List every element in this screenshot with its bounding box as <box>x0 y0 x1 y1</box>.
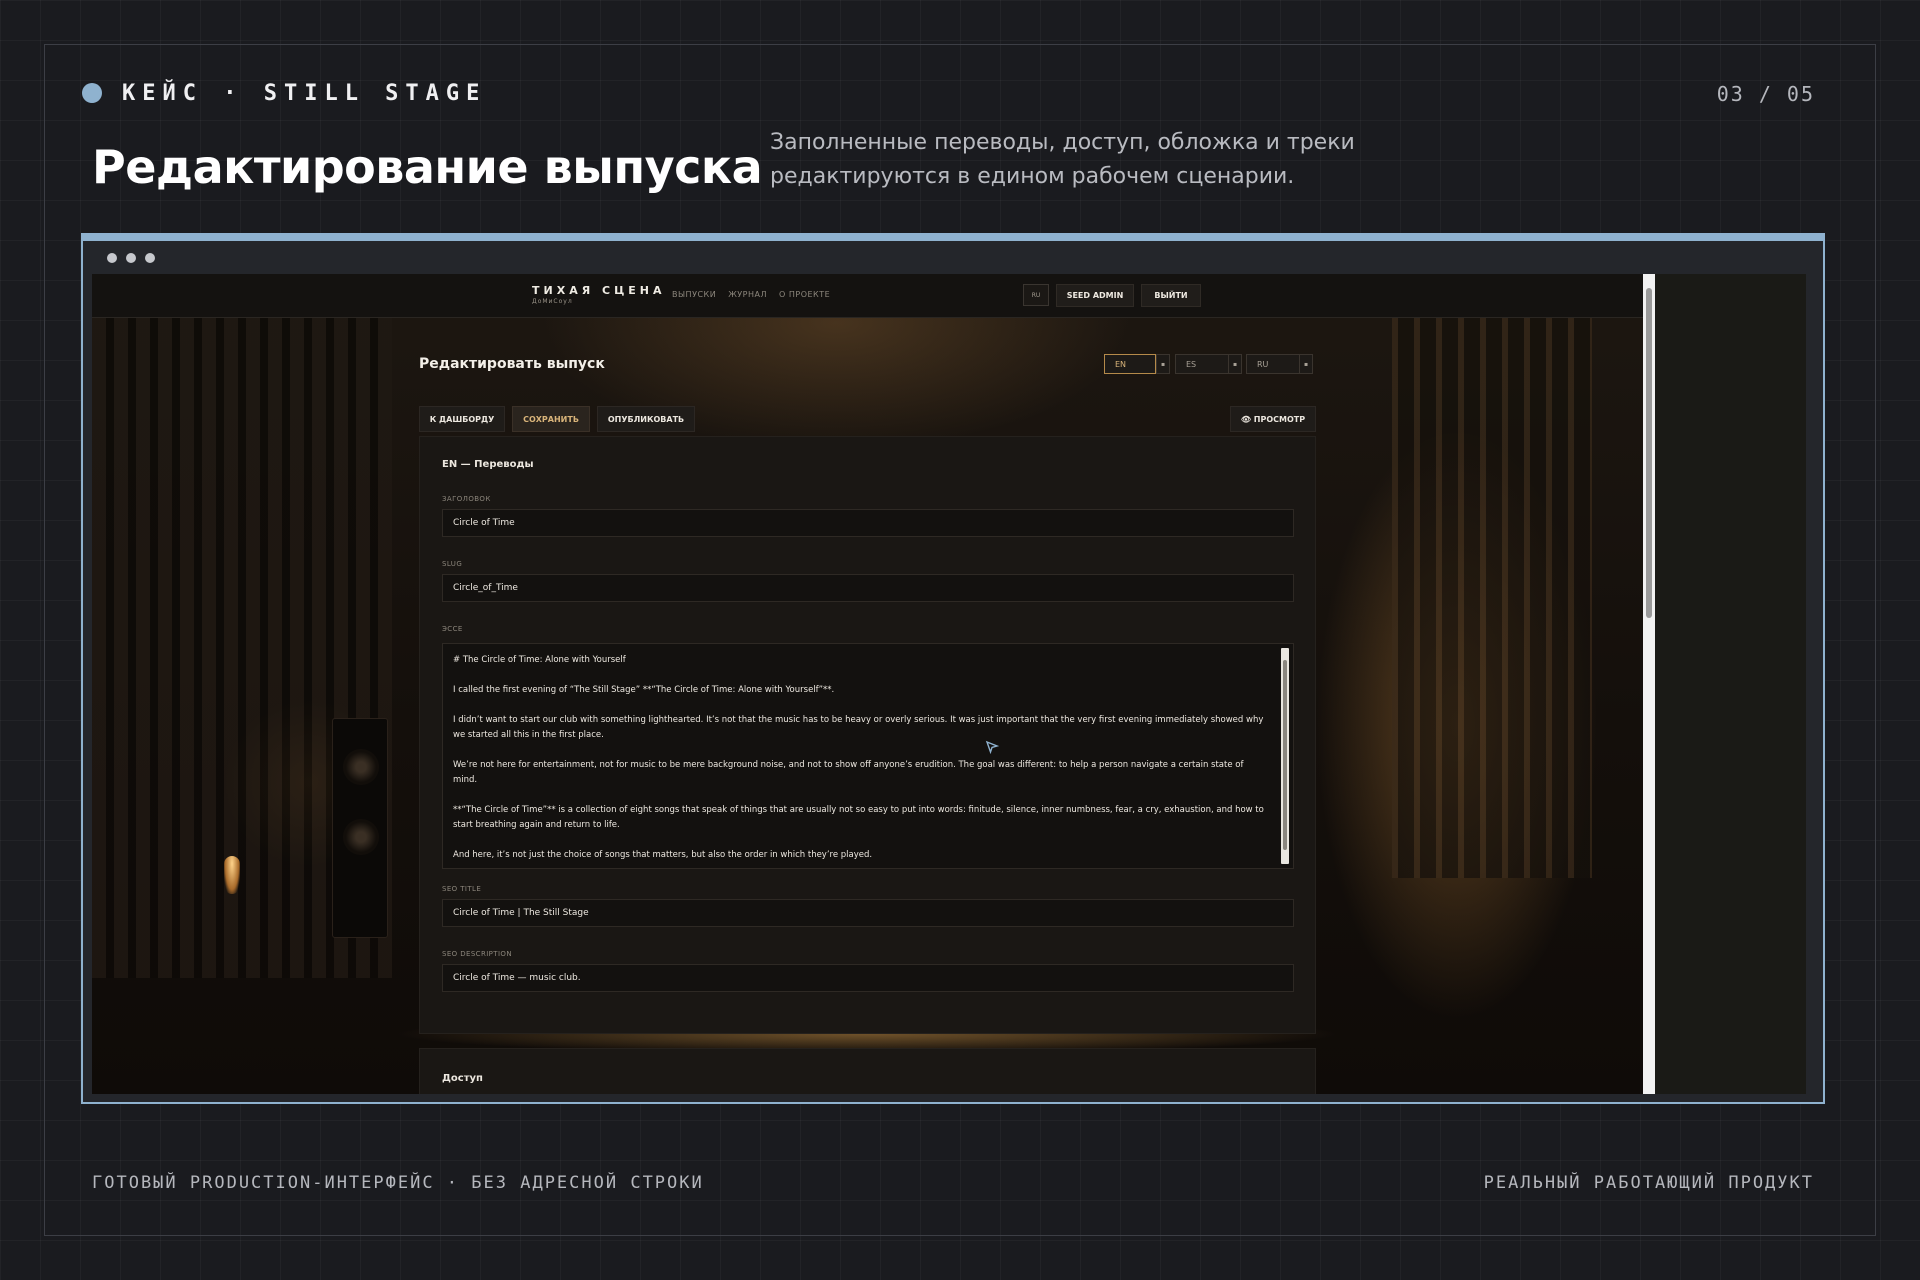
brand-name: ТИХАЯ СЦЕНА <box>532 284 666 297</box>
slide-title: Редактирование выпуска <box>92 140 763 194</box>
page-scrollbar[interactable] <box>1643 274 1655 1094</box>
seo-title-input[interactable]: Circle of Time | The Still Stage <box>442 899 1294 927</box>
nav-links: ВЫПУСКИ ЖУРНАЛ О ПРОЕКТЕ <box>672 290 830 299</box>
logout-button[interactable]: ВЫЙТИ <box>1141 284 1201 307</box>
essay-scrollbar[interactable] <box>1281 648 1289 864</box>
essay-label: ЭССЕ <box>442 625 463 633</box>
seo-description-label: SEO DESCRIPTION <box>442 950 512 958</box>
app-page: ТИХАЯ СЦЕНА ДоМиСоул ВЫПУСКИ ЖУРНАЛ О ПР… <box>92 274 1643 1094</box>
background-slats <box>1392 318 1592 878</box>
nav-link-releases[interactable]: ВЫПУСКИ <box>672 290 716 299</box>
user-button[interactable]: SEED ADMIN <box>1056 284 1134 307</box>
seo-title-label: SEO TITLE <box>442 885 482 893</box>
app-nav: ТИХАЯ СЦЕНА ДоМиСоул ВЫПУСКИ ЖУРНАЛ О ПР… <box>92 274 1643 318</box>
access-title: Доступ <box>442 1073 483 1084</box>
essay-line: **“The Circle of Time”** is a collection… <box>453 805 1264 830</box>
window-dot-icon[interactable] <box>145 252 155 263</box>
essay-line: We’re not here for entertainment, not fo… <box>453 760 1244 785</box>
mouse-cursor-icon <box>985 740 999 754</box>
candle-image <box>224 856 240 894</box>
translations-card: EN — Переводы ЗАГОЛОВОК Circle of Time S… <box>419 436 1316 1034</box>
lang-en-menu-icon[interactable]: ▪ <box>1156 354 1170 374</box>
seo-description-input[interactable]: Circle of Time — music club. <box>442 964 1294 992</box>
essay-textarea[interactable]: # The Circle of Time: Alone with Yoursel… <box>442 643 1294 869</box>
lang-tab-es[interactable]: ES <box>1175 354 1231 374</box>
nav-link-about[interactable]: О ПРОЕКТЕ <box>779 290 830 299</box>
lang-ru-menu-icon[interactable]: ▪ <box>1299 354 1313 374</box>
save-button[interactable]: СОХРАНИТЬ <box>512 406 590 432</box>
language-switch[interactable]: RU <box>1023 284 1049 306</box>
lang-tab-en[interactable]: EN <box>1104 354 1156 374</box>
slug-input[interactable]: Circle_of_Time <box>442 574 1294 602</box>
preview-button[interactable]: 👁 ПРОСМОТР <box>1230 406 1316 432</box>
browser-viewport: ТИХАЯ СЦЕНА ДоМиСоул ВЫПУСКИ ЖУРНАЛ О ПР… <box>92 274 1806 1094</box>
brand-sub: ДоМиСоул <box>532 298 573 305</box>
browser-window: ТИХАЯ СЦЕНА ДоМиСоул ВЫПУСКИ ЖУРНАЛ О ПР… <box>81 233 1825 1104</box>
slide-kicker: КЕЙС · STILL STAGE <box>82 80 486 106</box>
title-label: ЗАГОЛОВОК <box>442 495 491 503</box>
translations-title: EN — Переводы <box>442 459 534 470</box>
lang-es-menu-icon[interactable]: ▪ <box>1228 354 1242 374</box>
kicker-text: КЕЙС · STILL STAGE <box>122 80 487 106</box>
back-to-dashboard-button[interactable]: К ДАШБОРДУ <box>419 406 505 432</box>
kicker-dot-icon <box>82 83 102 103</box>
page-title: Редактировать выпуск <box>419 356 605 372</box>
essay-line: I didn’t want to start our club with som… <box>453 715 1264 740</box>
footer-right-caption: РЕАЛЬНЫЙ РАБОТАЮЩИЙ ПРОДУКТ <box>1483 1173 1814 1193</box>
nav-link-journal[interactable]: ЖУРНАЛ <box>728 290 767 299</box>
slide-subtitle: Заполненные переводы, доступ, обложка и … <box>770 130 1355 189</box>
title-input[interactable]: Circle of Time <box>442 509 1294 537</box>
viewport-margin <box>1655 274 1806 1094</box>
publish-button[interactable]: ОПУБЛИКОВАТЬ <box>597 406 695 432</box>
footer-left-caption: ГОТОВЫЙ PRODUCTION-ИНТЕРФЕЙС · БЕЗ АДРЕС… <box>92 1173 704 1193</box>
essay-line: # The Circle of Time: Alone with Yoursel… <box>453 655 626 665</box>
lang-tab-ru[interactable]: RU <box>1246 354 1302 374</box>
access-card: Доступ <box>419 1048 1316 1094</box>
window-controls <box>83 241 1823 274</box>
slug-label: SLUG <box>442 560 463 568</box>
essay-line: I called the first evening of “The Still… <box>453 685 835 695</box>
window-dot-icon[interactable] <box>107 252 117 263</box>
window-dot-icon[interactable] <box>126 252 136 263</box>
app-logo[interactable]: ТИХАЯ СЦЕНА ДоМиСоул <box>532 284 666 305</box>
essay-line: And here, it’s not just the choice of so… <box>453 850 873 860</box>
slide-pager: 03 / 05 <box>1716 82 1815 106</box>
speaker-image <box>332 718 388 938</box>
